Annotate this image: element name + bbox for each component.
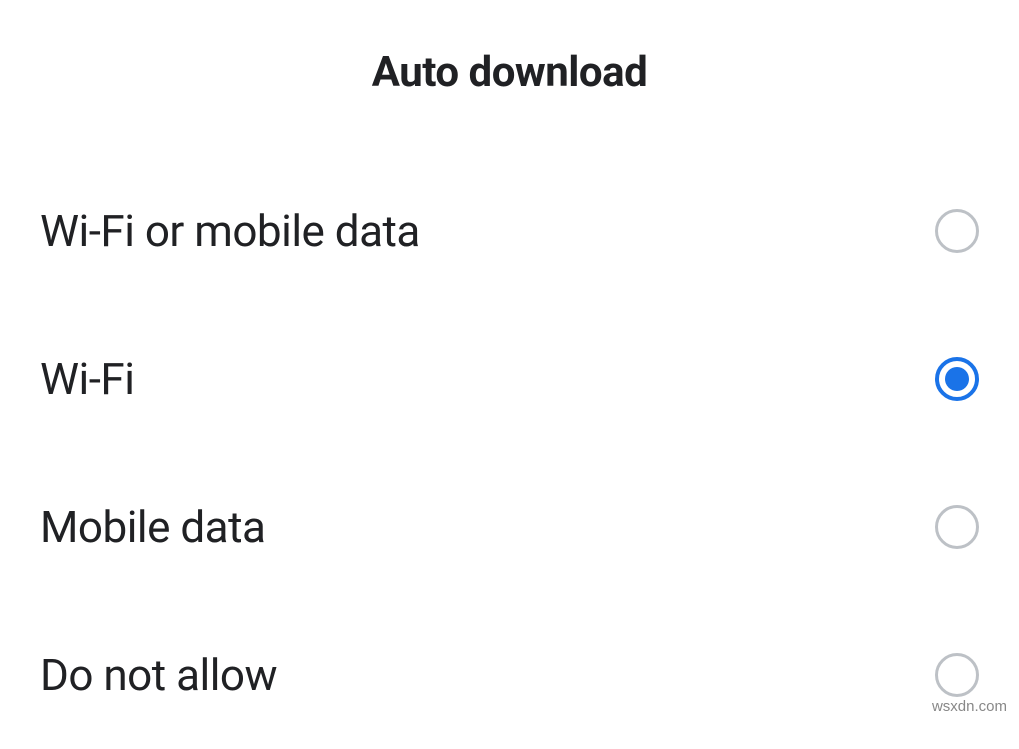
radio-unchecked-icon [935, 209, 979, 253]
option-mobile-data[interactable]: Mobile data [40, 453, 979, 601]
radio-unchecked-icon [935, 653, 979, 697]
radio-checked-icon [935, 357, 979, 401]
option-do-not-allow[interactable]: Do not allow [40, 601, 979, 749]
option-wifi-or-mobile[interactable]: Wi-Fi or mobile data [40, 157, 979, 305]
page-title: Auto download [40, 0, 979, 157]
radio-unchecked-icon [935, 505, 979, 549]
option-label: Wi-Fi or mobile data [40, 205, 420, 257]
option-wifi[interactable]: Wi-Fi [40, 305, 979, 453]
settings-panel: Auto download Wi-Fi or mobile data Wi-Fi… [0, 0, 1019, 749]
radio-group-auto-download: Wi-Fi or mobile data Wi-Fi Mobile data D… [40, 157, 979, 749]
watermark-text: wsxdn.com [932, 698, 1007, 715]
option-label: Do not allow [40, 649, 277, 701]
option-label: Wi-Fi [40, 353, 134, 405]
option-label: Mobile data [40, 501, 265, 553]
